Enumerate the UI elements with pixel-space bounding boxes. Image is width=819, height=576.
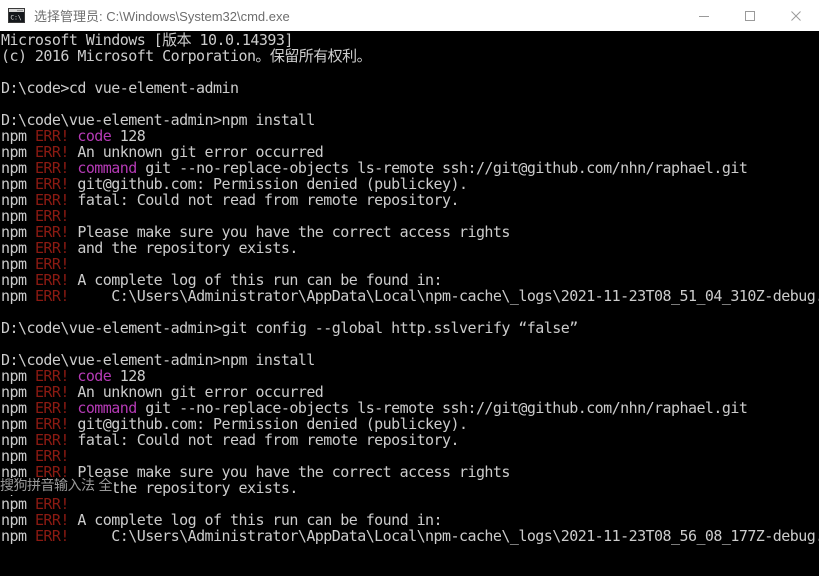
console-line: D:\code\vue-element-admin>git config --g… [0,320,819,336]
console-line: D:\code\vue-element-admin>npm install [0,352,819,368]
console-segment: and the repository exists. [77,239,298,257]
console-segment: npm [1,287,35,305]
svg-text:C:\: C:\ [10,14,21,21]
console-line: npm ERR! git@github.com: Permission deni… [0,416,819,432]
console-segment: fatal: Could not read from remote reposi… [77,431,459,449]
console-line: npm ERR! and the repository exists. [0,480,819,496]
maximize-button[interactable] [727,0,773,31]
console-line: npm ERR! code 128 [0,128,819,144]
title-bar[interactable]: C:\ 选择管理员: C:\Windows\System32\cmd.exe [0,0,819,31]
console-line: npm ERR! [0,208,819,224]
console-line: npm ERR! [0,448,819,464]
console-line: D:\code\vue-element-admin>npm install [0,112,819,128]
console-segment: D:\code\vue-element-admin>git config --g… [1,319,578,337]
window-title: 选择管理员: C:\Windows\System32\cmd.exe [34,9,290,24]
console-segment: C:\Users\Administrator\AppData\Local\npm… [77,527,819,545]
console-line: npm ERR! A complete log of this run can … [0,272,819,288]
console-line: npm ERR! An unknown git error occurred [0,144,819,160]
console-line: npm ERR! command git --no-replace-object… [0,160,819,176]
console-line: npm ERR! An unknown git error occurred [0,384,819,400]
cmd-window: C:\ 选择管理员: C:\Windows\System32\cmd.exe M… [0,0,819,576]
console-line: npm ERR! command git --no-replace-object… [0,400,819,416]
console-line: npm ERR! and the repository exists. [0,240,819,256]
console-line: npm ERR! Please make sure you have the c… [0,224,819,240]
console-output-area[interactable]: Microsoft Windows [版本 10.0.14393] (c) 201… [0,32,819,576]
console-line: npm ERR! [0,256,819,272]
minimize-button[interactable] [681,0,727,31]
ime-status-overlay[interactable]: 搜狗拼音输入法 全 [0,478,114,495]
console-line: npm ERR! fatal: Could not read from remo… [0,192,819,208]
console-line: npm ERR! A complete log of this run can … [0,512,819,528]
console-segment: npm [1,527,35,545]
console-line: npm ERR! C:\Users\Administrator\AppData\… [0,288,819,304]
minimize-icon [699,15,709,17]
console-line: npm ERR! C:\Users\Administrator\AppData\… [0,528,819,544]
console-line: npm ERR! Please make sure you have the c… [0,464,819,480]
console-line: npm ERR! git@github.com: Permission deni… [0,176,819,192]
console-segment: fatal: Could not read from remote reposi… [77,191,459,209]
console-line: (c) 2016 Microsoft Corporation。保留所有权利。 [0,48,819,64]
maximize-icon [745,10,755,21]
console-line: npm ERR! code 128 [0,368,819,384]
console-segment: (c) 2016 Microsoft Corporation。保留所有权利。 [1,47,372,65]
close-button[interactable] [773,0,819,31]
console-segment: C:\Users\Administrator\AppData\Local\npm… [77,287,819,305]
console-segment: D:\code>cd vue-element-admin [1,79,239,97]
cmd-console-icon: C:\ [8,8,25,23]
console-line: D:\code>cd vue-element-admin [0,80,819,96]
console-line: Microsoft Windows [版本 10.0.14393] [0,32,819,48]
console-segment: ERR! [34,527,78,545]
console-line: npm ERR! fatal: Could not read from remo… [0,432,819,448]
console-line: npm ERR! [0,496,819,512]
console-segment: ERR! [34,287,78,305]
close-icon [791,10,801,21]
